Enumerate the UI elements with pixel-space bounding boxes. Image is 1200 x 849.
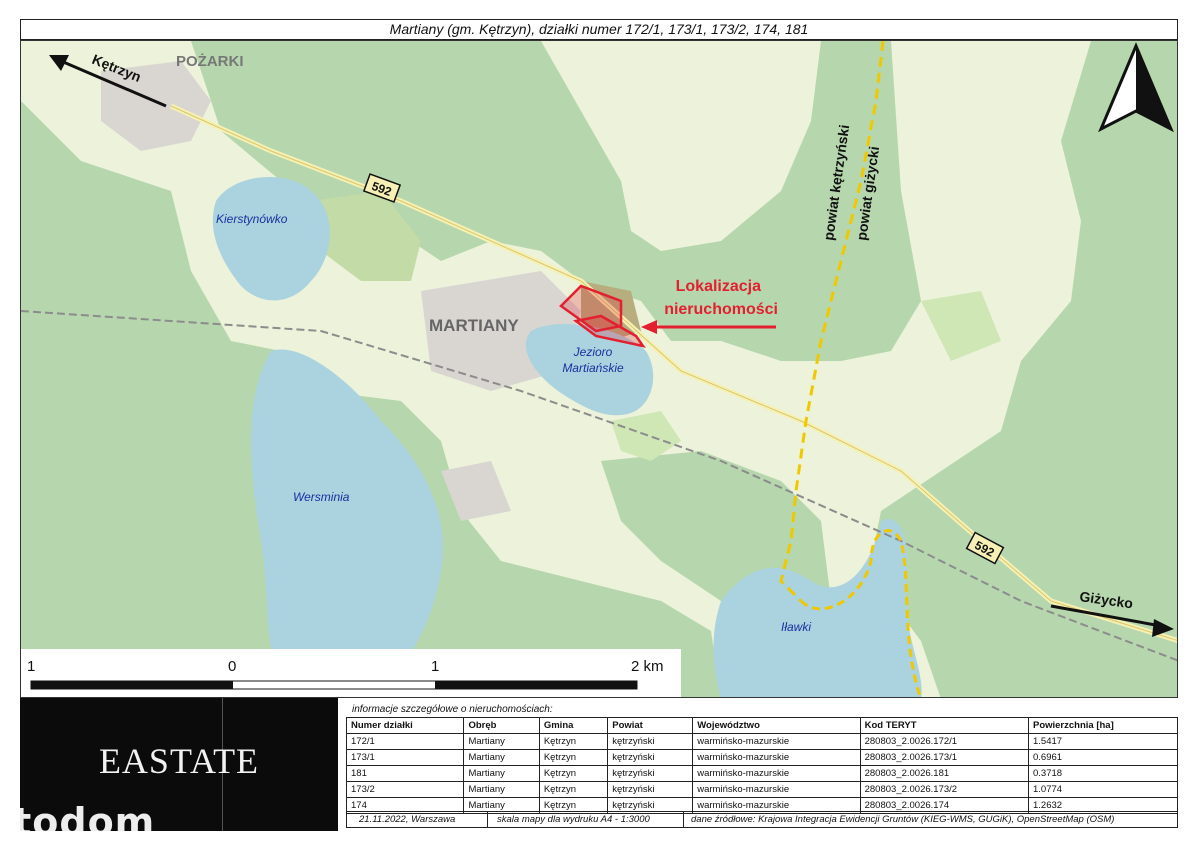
- table-header-row: Numer działki Obręb Gmina Powiat Wojewód…: [345, 717, 1179, 734]
- column-header: Gmina: [538, 717, 609, 734]
- map-canvas: 592 592 POŻARKI MARTIANY Kętrzyn Giżycko…: [21, 41, 1177, 697]
- table-cell: Martiany: [463, 733, 540, 750]
- table-cell: 173/2: [345, 781, 465, 798]
- info-section: EASTATE informacje szczegółowe o nieruch…: [20, 698, 1179, 831]
- table-cell: Martiany: [463, 781, 540, 798]
- table-row: 173/2 Martiany Kętrzyn kętrzyński warmiń…: [345, 781, 1179, 798]
- scale-bar-segment-3: [435, 681, 637, 689]
- table-cell: 181: [345, 765, 465, 782]
- table-cell: warmińsko-mazurskie: [692, 733, 861, 750]
- table-cell: kętrzyński: [607, 765, 694, 782]
- table-cell: warmińsko-mazurskie: [692, 781, 861, 798]
- label-location-line2: nieruchomości: [664, 301, 778, 318]
- table-cell: warmińsko-mazurskie: [692, 765, 861, 782]
- label-martiany: MARTIANY: [429, 316, 519, 335]
- label-jezioro-line2: Martiańskie: [562, 361, 624, 375]
- table-cell: Martiany: [463, 749, 540, 766]
- table-cell: 1.0774: [1027, 781, 1179, 798]
- parcel-table: Numer działki Obręb Gmina Powiat Wojewód…: [345, 717, 1179, 814]
- watermark-logo: otodom: [0, 800, 156, 844]
- scale-bar-panel: [21, 649, 681, 697]
- scale-bar-segment-1: [31, 681, 233, 689]
- map-title: Martiany (gm. Kętrzyn), działki numer 17…: [20, 19, 1178, 40]
- table-cell: kętrzyński: [607, 749, 694, 766]
- info-caption: informacje szczegółowe o nieruchomościac…: [352, 704, 553, 715]
- footer-scale-note: skala mapy dla wydruku A4 - 1:3000: [497, 814, 650, 825]
- footer-sources: dane źródłowe: Krajowa Integracja Ewiden…: [691, 814, 1115, 825]
- column-header: Obręb: [463, 717, 540, 734]
- column-header: Powierzchnia [ha]: [1027, 717, 1179, 734]
- table-cell: warmińsko-mazurskie: [692, 749, 861, 766]
- table-cell: Martiany: [463, 765, 540, 782]
- table-cell: 0.3718: [1027, 765, 1179, 782]
- table-cell: 173/1: [345, 749, 465, 766]
- label-wersminia: Wersminia: [293, 490, 350, 504]
- label-location-line1: Lokalizacja: [676, 278, 761, 295]
- brand-logo: EASTATE: [98, 741, 260, 781]
- table-cell: kętrzyński: [607, 733, 694, 750]
- table-cell: 280803_2.0026.173/2: [859, 781, 1029, 798]
- table-cell: Kętrzyn: [538, 733, 609, 750]
- scale-bar: 1 0 1 2 km: [21, 649, 681, 697]
- column-header: Powiat: [607, 717, 694, 734]
- table-cell: 280803_2.0026.172/1: [859, 733, 1029, 750]
- column-header: Numer działki: [345, 717, 465, 734]
- footer-divider: [683, 812, 684, 827]
- table-cell: 280803_2.0026.173/1: [859, 749, 1029, 766]
- table-cell: Kętrzyn: [538, 781, 609, 798]
- table-cell: 172/1: [345, 733, 465, 750]
- map-footer: 21.11.2022, Warszawa skala mapy dla wydr…: [346, 811, 1178, 828]
- table-cell: Kętrzyn: [538, 749, 609, 766]
- table-cell: 280803_2.0026.181: [859, 765, 1029, 782]
- scale-label-4: 2 km: [631, 658, 664, 675]
- column-header: Kod TERYT: [859, 717, 1029, 734]
- label-pozarki: POŻARKI: [176, 53, 244, 70]
- label-kierstynowko: Kierstynówko: [216, 212, 288, 226]
- table-cell: Kętrzyn: [538, 765, 609, 782]
- column-header: Województwo: [692, 717, 861, 734]
- scale-label-3: 1: [431, 658, 439, 675]
- label-jezioro-line1: Jezioro: [573, 345, 613, 359]
- scale-label-1: 1: [27, 658, 35, 675]
- table-cell: 0.6961: [1027, 749, 1179, 766]
- table-row: 172/1 Martiany Kętrzyn kętrzyński warmiń…: [345, 733, 1179, 750]
- footer-divider: [487, 812, 488, 827]
- label-ilawki: Iławki: [781, 620, 811, 634]
- table-row: 181 Martiany Kętrzyn kętrzyński warmińsk…: [345, 765, 1179, 782]
- table-row: 173/1 Martiany Kętrzyn kętrzyński warmiń…: [345, 749, 1179, 766]
- table-cell: 1.5417: [1027, 733, 1179, 750]
- parcel-info: informacje szczegółowe o nieruchomościac…: [345, 702, 1179, 814]
- map-view[interactable]: 592 592 POŻARKI MARTIANY Kętrzyn Giżycko…: [20, 40, 1178, 698]
- scale-label-2: 0: [228, 658, 236, 675]
- table-cell: kętrzyński: [607, 781, 694, 798]
- footer-date-place: 21.11.2022, Warszawa: [359, 814, 456, 825]
